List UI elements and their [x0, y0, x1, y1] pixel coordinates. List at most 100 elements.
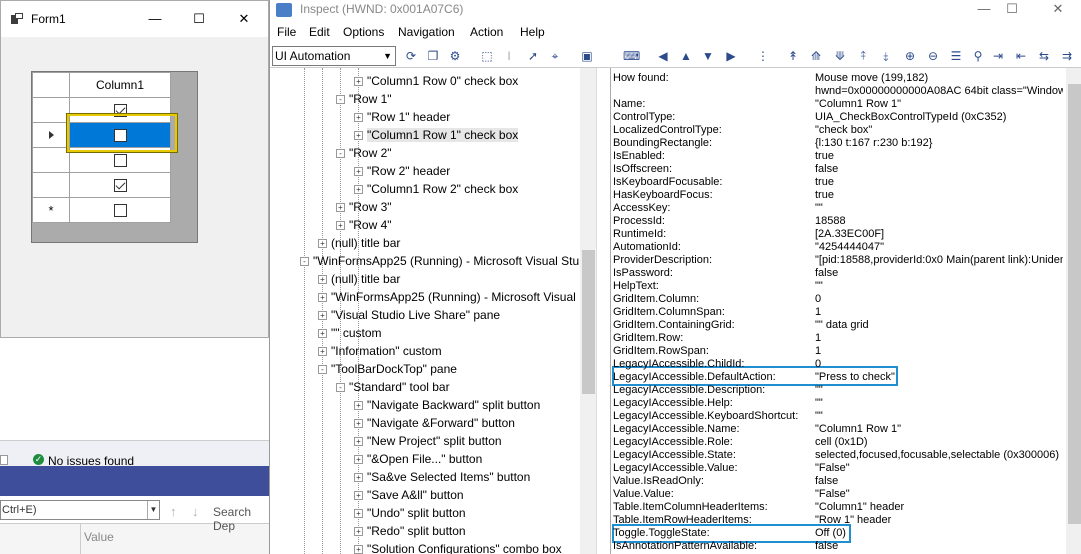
checkbox-cell[interactable]	[69, 172, 171, 198]
property-row[interactable]: ProcessId: 18588	[613, 215, 1063, 228]
property-row[interactable]: hwnd=0x00000000000A08AC 64bit class="Win…	[613, 85, 1063, 98]
tree-node[interactable]: "Redo" split button	[367, 524, 466, 538]
tree-node[interactable]: "WinFormsApp25 (Running) - Microsoft Vis…	[331, 290, 576, 304]
pointer-icon[interactable]: ➚	[525, 48, 541, 64]
tree-collapse-icon[interactable]: -	[318, 365, 327, 374]
value-column-header[interactable]: Value	[84, 530, 114, 544]
tree-node[interactable]: "Save A&ll" button	[367, 488, 464, 502]
first-child-icon[interactable]: ⟰	[808, 48, 824, 64]
options-icon[interactable]: ☰	[948, 48, 964, 64]
parent-icon[interactable]: ↟	[785, 48, 801, 64]
tree-collapse-icon[interactable]: -	[336, 95, 345, 104]
tree-expand-icon[interactable]: +	[354, 473, 363, 482]
tree-node[interactable]: "Navigate Backward" split button	[367, 398, 540, 412]
property-row[interactable]: IsEnabled: true	[613, 150, 1063, 163]
tree-node[interactable]: "Standard" tool bar	[349, 380, 450, 394]
property-row[interactable]: LegacyIAccessible.Description: ""	[613, 384, 1063, 397]
properties-pane[interactable]: How found: Mouse move (199,182) hwnd=0x000…	[610, 68, 1081, 554]
search-scope-input[interactable]: Ctrl+E) ▼	[0, 500, 160, 520]
tree-expand-icon[interactable]: +	[318, 275, 327, 284]
checkbox-unchecked[interactable]	[113, 154, 127, 168]
caret-icon[interactable]: I	[501, 48, 517, 64]
maximize-button[interactable]: ☐	[182, 7, 216, 31]
grid-row[interactable]	[32, 172, 171, 198]
property-row[interactable]: IsKeyboardFocusable: true	[613, 176, 1063, 189]
property-row[interactable]: GridItem.ColumnSpan: 1	[613, 306, 1063, 319]
tree-node[interactable]: "WinFormsApp25 (Running) - Microsoft Vis…	[313, 254, 579, 268]
tree-node[interactable]: "Column1 Row 0" check box	[367, 74, 518, 88]
minimize-button[interactable]: —	[138, 7, 172, 31]
tree-node[interactable]: "" custom	[331, 326, 382, 340]
copy-icon[interactable]: ❐	[425, 48, 441, 64]
settings-icon[interactable]: ⚙	[447, 48, 463, 64]
property-row[interactable]: AutomationId: "4254444047"	[613, 241, 1063, 254]
property-row[interactable]: GridItem.Column: 0	[613, 293, 1063, 306]
menu-navigation[interactable]: Navigation	[398, 25, 455, 39]
navigate-back-icon[interactable]: ◀	[655, 48, 671, 64]
property-row[interactable]: IsPassword: false	[613, 267, 1063, 280]
property-row[interactable]: ProviderDescription: "[pid:18588,provider…	[613, 254, 1063, 267]
tree-expand-icon[interactable]: +	[354, 455, 363, 464]
expand-icon[interactable]: ⊕	[902, 48, 918, 64]
property-row[interactable]: LegacyIAccessible.Value: "False"	[613, 462, 1063, 475]
tree-scrollbar[interactable]	[580, 68, 596, 554]
next-sibling-icon[interactable]: ⟱	[832, 48, 848, 64]
move-right-icon[interactable]: ⇥	[990, 48, 1006, 64]
properties-scrollbar-thumb[interactable]	[1068, 84, 1081, 524]
highlight-icon[interactable]: ▣	[579, 48, 595, 64]
tree-expand-icon[interactable]: +	[354, 113, 363, 122]
property-row[interactable]: IsAnnotationPatternAvailable: false	[613, 540, 1063, 553]
property-row[interactable]: LegacyIAccessible.State: selected,focused…	[613, 449, 1063, 462]
tree-expand-icon[interactable]: +	[354, 401, 363, 410]
tree-node[interactable]: "ToolBarDockTop" pane	[331, 362, 457, 376]
watch-cursor-icon[interactable]: ⌖	[547, 48, 563, 64]
tree-view-icon[interactable]: ⋮	[755, 48, 771, 64]
property-row[interactable]: Value.IsReadOnly: false	[613, 475, 1063, 488]
tree-node[interactable]: "Row 3"	[349, 200, 392, 214]
tree-expand-icon[interactable]: +	[354, 419, 363, 428]
tree-expand-icon[interactable]: +	[354, 437, 363, 446]
move-left-icon[interactable]: ⇤	[1013, 48, 1029, 64]
tree-node[interactable]: "Visual Studio Live Share" pane	[331, 308, 500, 322]
row-header-current[interactable]	[32, 122, 70, 148]
status-dropdown[interactable]	[0, 455, 8, 465]
form1-titlebar[interactable]: Form1 — ☐ ✕	[1, 1, 268, 37]
property-row[interactable]: IsOffscreen: false	[613, 163, 1063, 176]
arrow-down-icon[interactable]: ↓	[192, 504, 199, 519]
tree-scrollbar-thumb[interactable]	[582, 250, 595, 394]
tree-node[interactable]: "New Project" split button	[367, 434, 502, 448]
tree-expand-icon[interactable]: +	[318, 239, 327, 248]
column-header[interactable]: Column1	[69, 72, 171, 98]
collapse-icon[interactable]: ⊖	[925, 48, 941, 64]
tree-collapse-icon[interactable]: -	[336, 383, 345, 392]
tree-node[interactable]: "Row 2"	[349, 146, 392, 160]
search-depth-label[interactable]: Search Dep	[213, 505, 269, 533]
checkbox-checked[interactable]	[113, 179, 127, 193]
refresh-icon[interactable]: ⟳	[403, 48, 419, 64]
menu-help[interactable]: Help	[520, 25, 545, 39]
menu-edit[interactable]: Edit	[309, 25, 330, 39]
menu-file[interactable]: File	[277, 25, 296, 39]
maximize-button[interactable]: ☐	[992, 0, 1032, 20]
tree-expand-icon[interactable]: +	[354, 527, 363, 536]
tree-collapse-icon[interactable]: -	[300, 257, 309, 266]
property-row[interactable]: LegacyIAccessible.Role: cell (0x1D)	[613, 436, 1063, 449]
property-row[interactable]: Table.ItemRowHeaderItems: "Row 1" header	[613, 514, 1063, 527]
tree-expand-icon[interactable]: +	[354, 77, 363, 86]
property-row[interactable]: Name: "Column1 Row 1"	[613, 98, 1063, 111]
inspect-titlebar[interactable]: Inspect (HWND: 0x001A07C6) — ☐ ✕	[270, 0, 1081, 20]
automation-tree[interactable]: + "Column1 Row 0" check box - "Row 1" + "Row …	[270, 68, 597, 554]
row-header[interactable]	[32, 97, 70, 123]
grid-corner-header[interactable]	[32, 72, 70, 98]
tree-expand-icon[interactable]: +	[354, 185, 363, 194]
prev-sibling-icon[interactable]: ⤉	[855, 48, 871, 64]
last-child-icon[interactable]: ⤈	[878, 48, 894, 64]
property-row[interactable]: LegacyIAccessible.Help: ""	[613, 397, 1063, 410]
arrange-icon[interactable]: ⇆	[1036, 48, 1052, 64]
property-row[interactable]: RuntimeId: [2A.33EC00F]	[613, 228, 1063, 241]
row-header[interactable]	[32, 147, 70, 173]
property-row[interactable]: AccessKey: ""	[613, 202, 1063, 215]
tree-node[interactable]: "Row 2" header	[367, 164, 450, 178]
menu-action[interactable]: Action	[470, 25, 503, 39]
property-row[interactable]: BoundingRectangle: {l:130 t:167 r:230 b:1…	[613, 137, 1063, 150]
